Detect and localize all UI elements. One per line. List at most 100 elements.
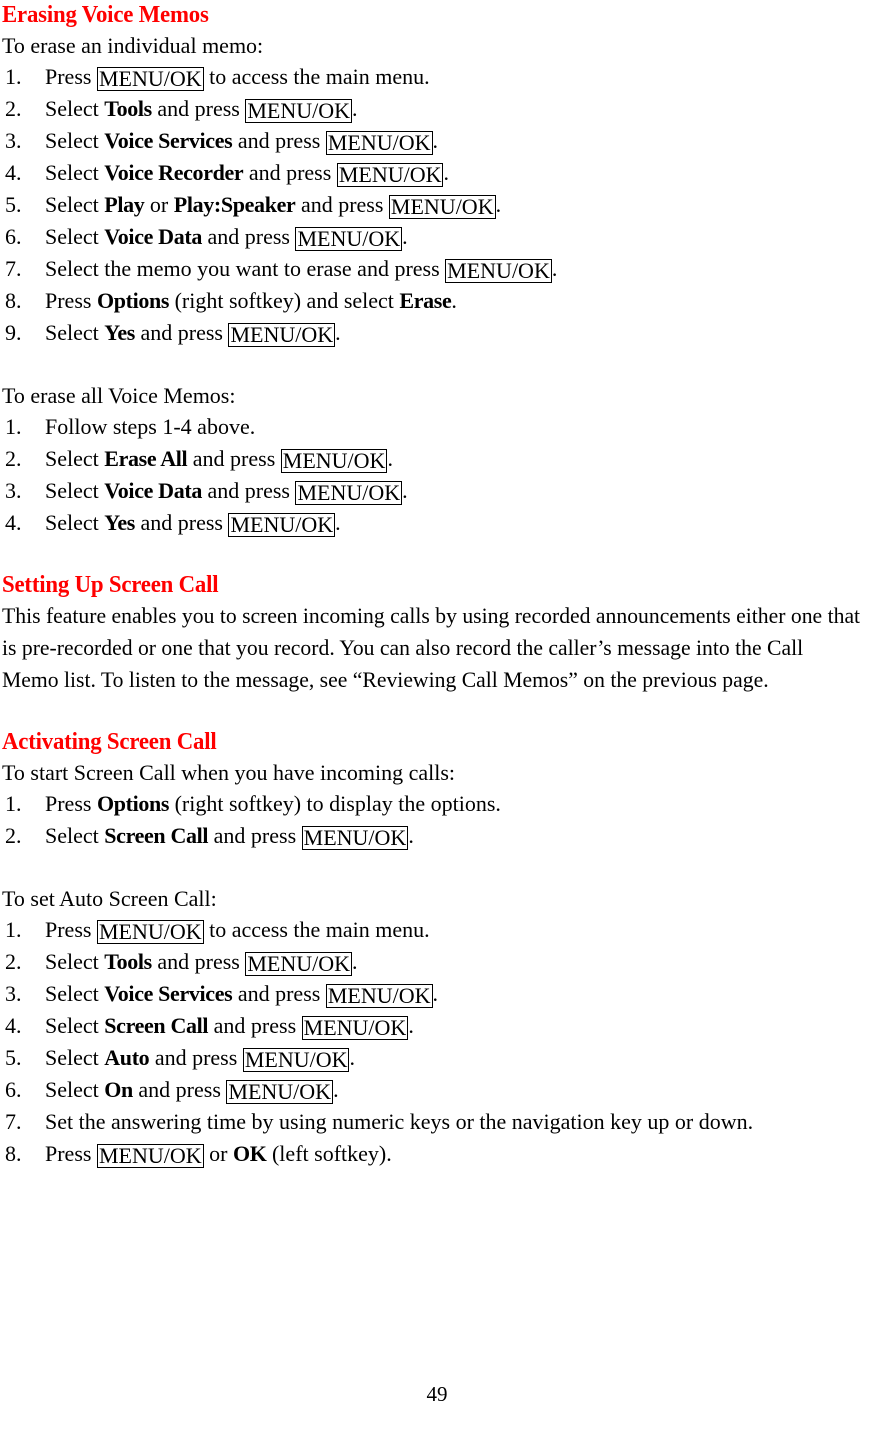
step-text: Press (45, 917, 97, 942)
key-label-menu-ok: MENU/OK (228, 512, 336, 537)
step-text: Set the answering time by using numeric … (45, 1109, 754, 1134)
list-item: 9. Select Yes and press MENU/OK. (2, 317, 874, 349)
key-label-menu-ok: MENU/OK (445, 258, 552, 283)
list-item-number: 2. (5, 949, 22, 974)
list-item-number: 5. (5, 192, 22, 217)
step-text: Select (45, 949, 105, 974)
manual-page: Erasing Voice Memos To erase an individu… (0, 0, 874, 1430)
step-text: and press (232, 128, 326, 153)
step-text: . (333, 1077, 339, 1102)
list-item-number: 2. (5, 96, 22, 121)
step-text: Select (45, 320, 105, 345)
ui-term: Auto (104, 1045, 150, 1070)
step-text: . (402, 478, 408, 503)
list-item-number: 5. (5, 1045, 22, 1070)
step-text: Select (45, 160, 105, 185)
step-text: and press (243, 160, 337, 185)
list-item-number: 1. (5, 64, 22, 89)
ui-term: Voice Data (104, 478, 202, 503)
step-text: and press (151, 96, 246, 121)
list-item: 7. Set the answering time by using numeri… (2, 1106, 874, 1138)
step-text: . (495, 192, 502, 217)
list-item-number: 3. (5, 128, 22, 153)
key-label-menu-ok: MENU/OK (301, 1015, 409, 1040)
page-content: Erasing Voice Memos To erase an individu… (2, 0, 874, 1170)
list-item-number: 8. (5, 1141, 22, 1166)
key-label-menu-ok: MENU/OK (325, 130, 433, 155)
ui-term: Voice Services (104, 981, 233, 1006)
step-text: . (432, 981, 439, 1006)
step-text: Select (45, 510, 105, 535)
section-heading-erasing-voice-memos: Erasing Voice Memos (2, 2, 209, 28)
key-label-menu-ok: MENU/OK (228, 322, 336, 347)
step-text: Select (45, 823, 105, 848)
list-item: 8. Press MENU/OK or OK (left softkey). (2, 1138, 874, 1170)
intro-erase-individual-memo: To erase an individual memo: (2, 33, 264, 58)
list-item: 5. Select Auto and press MENU/OK. (2, 1042, 874, 1074)
list-item-number: 8. (5, 288, 22, 313)
step-text: . (349, 1045, 355, 1070)
list-item-number: 6. (5, 1077, 22, 1102)
step-text: (right softkey) to display the options. (169, 791, 501, 816)
ui-term: Options (96, 288, 170, 313)
step-text: (right softkey) and select (169, 288, 400, 313)
step-text: Select (45, 1077, 105, 1102)
list-item: 2. Select Tools and press MENU/OK. (2, 946, 874, 978)
step-text: (left softkey). (266, 1141, 392, 1166)
step-text: . (443, 160, 449, 185)
step-text: and press (208, 1013, 302, 1038)
step-text: . (408, 1013, 414, 1038)
list-item: 2. Select Screen Call and press MENU/OK. (2, 820, 874, 852)
list-item: 4. Select Yes and press MENU/OK. (2, 507, 874, 539)
key-label-menu-ok: MENU/OK (295, 226, 403, 251)
list-item-number: 4. (5, 510, 22, 535)
step-text: Press (45, 791, 97, 816)
key-label-menu-ok: MENU/OK (226, 1079, 334, 1104)
step-text: Follow steps 1-4 above. (45, 414, 256, 439)
key-label-menu-ok: MENU/OK (96, 1143, 204, 1168)
steps-erase-all-voice-memos: 1. Follow steps 1-4 above. 2. Select Erase … (2, 411, 874, 539)
list-item-number: 3. (5, 981, 22, 1006)
page-number: 49 (426, 1382, 448, 1406)
key-label-menu-ok: MENU/OK (245, 98, 353, 123)
list-item: 8. Press Options (right softkey) and sele… (2, 285, 874, 317)
step-text: . (352, 949, 358, 974)
step-text: and press (202, 224, 296, 249)
list-item: 3. Select Voice Data and press MENU/OK. (2, 475, 874, 507)
list-item-number: 2. (5, 823, 22, 848)
list-item-number: 7. (5, 1109, 22, 1134)
list-item-number: 2. (5, 446, 22, 471)
list-item: 4. Select Screen Call and press MENU/OK. (2, 1010, 874, 1042)
step-text: and press (135, 320, 229, 345)
list-item-number: 3. (5, 478, 22, 503)
step-text: . (451, 288, 457, 313)
list-item: 3. Select Voice Services and press MENU/O… (2, 978, 874, 1010)
ui-term: Voice Recorder (104, 160, 244, 185)
step-text: . (387, 446, 393, 471)
list-item: 4. Select Voice Recorder and press MENU/O… (2, 157, 874, 189)
step-text: Select (45, 192, 105, 217)
step-text: or (203, 1141, 233, 1166)
intro-start-screen-call: To start Screen Call when you have incom… (2, 760, 456, 785)
ui-term: On (104, 1077, 133, 1102)
ui-term: Tools (104, 949, 152, 974)
list-item: 3. Select Voice Services and press MENU/O… (2, 125, 874, 157)
list-item-number: 1. (5, 414, 22, 439)
key-label-menu-ok: MENU/OK (336, 162, 444, 187)
step-text: Select (45, 224, 105, 249)
step-text: Press (45, 64, 97, 89)
list-item: 1. Press MENU/OK to access the main menu. (2, 61, 874, 93)
steps-erase-individual-memo: 1. Press MENU/OK to access the main menu.… (2, 61, 874, 349)
intro-erase-all-voice-memos: To erase all Voice Memos: (2, 383, 236, 408)
ui-term: Erase (399, 288, 452, 313)
ui-term: Screen Call (104, 823, 209, 848)
intro-set-auto-screen-call: To set Auto Screen Call: (2, 886, 217, 911)
steps-start-screen-call: 1. Press Options (right softkey) to displ… (2, 788, 874, 852)
step-text: and press (232, 981, 326, 1006)
step-text: . (551, 256, 558, 281)
step-text: . (352, 96, 358, 121)
step-text: and press (208, 823, 302, 848)
list-item-number: 1. (5, 917, 22, 942)
